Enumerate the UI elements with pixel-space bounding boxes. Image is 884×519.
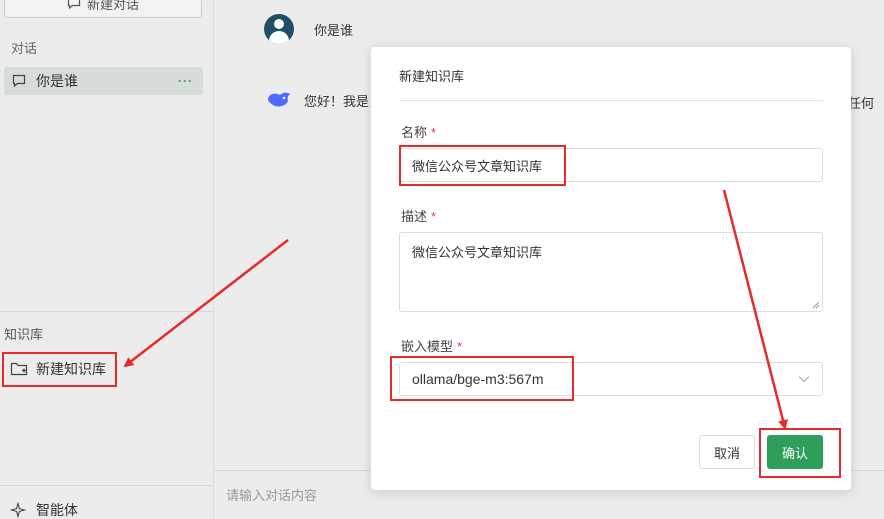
sidebar: 新建对话 对话 你是谁 ··· 知识库 新建知识库 智能体 [0, 0, 214, 519]
conversation-label: 你是谁 [36, 73, 78, 89]
sidebar-divider [0, 311, 214, 312]
chat-bubble-icon [67, 0, 81, 10]
required-mark: * [457, 339, 463, 354]
embedding-model-field-label: 嵌入模型 * [401, 339, 463, 354]
conversations-heading: 对话 [11, 41, 38, 56]
sidebar-divider [0, 485, 214, 486]
more-options-icon[interactable]: ··· [178, 74, 193, 88]
embedding-model-value: ollama/bge-m3:567m [412, 371, 544, 387]
resize-handle-icon[interactable] [812, 301, 820, 309]
dialog-divider [399, 100, 823, 101]
agent-nav-item[interactable]: 智能体 [10, 500, 78, 519]
required-mark: * [431, 209, 437, 224]
whale-logo-icon [268, 92, 290, 107]
bot-message-text-end: 任何 [848, 96, 875, 111]
description-textarea[interactable]: 微信公众号文章知识库 [399, 232, 823, 312]
required-mark: * [431, 125, 437, 140]
chevron-down-icon [798, 376, 810, 383]
user-avatar-icon [264, 14, 294, 44]
user-message-text: 你是谁 [314, 22, 354, 38]
name-input[interactable]: 微信公众号文章知识库 [399, 148, 823, 182]
new-knowledge-base-dialog: 新建知识库 名称 * 微信公众号文章知识库 描述 * 微信公众号文章知识库 嵌入模型… [371, 47, 851, 490]
new-knowledge-base-button[interactable]: 新建知识库 [4, 352, 116, 386]
agent-label: 智能体 [36, 502, 78, 518]
new-chat-button[interactable]: 新建对话 [4, 0, 202, 18]
new-chat-label: 新建对话 [86, 0, 139, 12]
new-knowledge-base-label: 新建知识库 [36, 361, 106, 377]
dialog-title: 新建知识库 [399, 69, 465, 84]
name-field-label: 名称 * [401, 125, 437, 140]
name-input-value: 微信公众号文章知识库 [412, 158, 543, 174]
user-message: 你是谁 [264, 14, 353, 44]
chat-input-placeholder: 请输入对话内容 [226, 488, 318, 503]
folder-add-icon [10, 362, 28, 376]
embedding-model-select[interactable]: ollama/bge-m3:567m [399, 362, 823, 396]
conversation-item[interactable]: 你是谁 ··· [4, 67, 203, 95]
description-value: 微信公众号文章知识库 [412, 245, 543, 260]
description-field-label: 描述 * [401, 209, 437, 224]
knowledge-heading: 知识库 [4, 327, 44, 342]
confirm-button[interactable]: 确认 [767, 435, 823, 469]
sparkle-icon [10, 502, 26, 518]
cancel-button[interactable]: 取消 [699, 435, 755, 469]
bot-message-text-start: 您好！我是 [304, 93, 370, 109]
chat-bubble-icon [12, 74, 26, 88]
